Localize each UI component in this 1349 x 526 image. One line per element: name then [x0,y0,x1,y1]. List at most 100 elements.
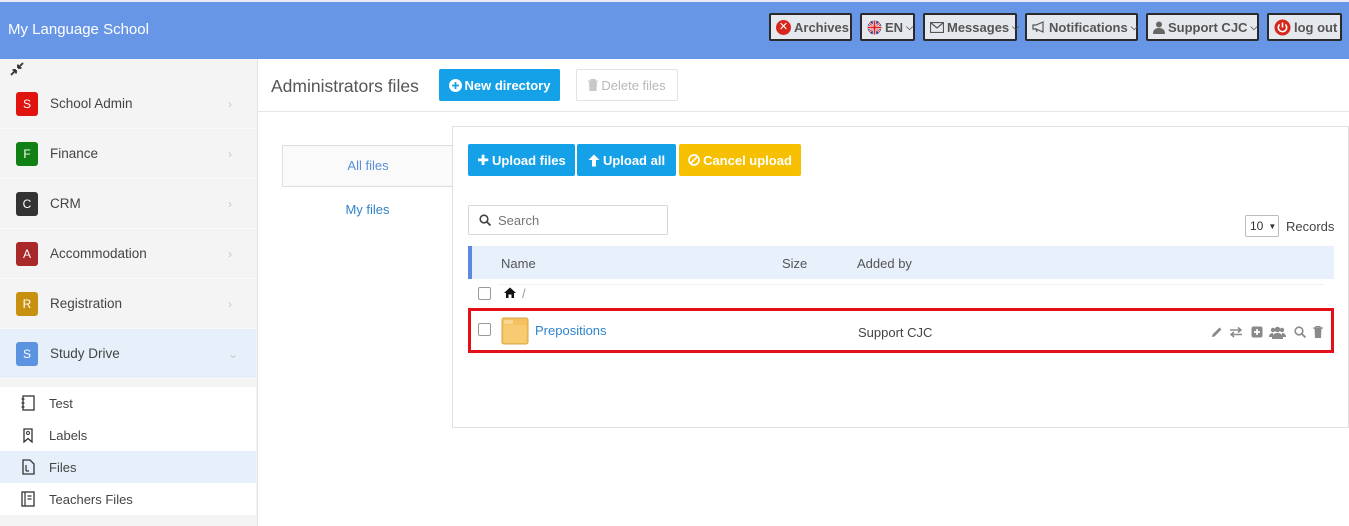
root-path: / [522,286,526,301]
sidebar-module-finance[interactable]: F Finance › [0,129,256,179]
module-label: Finance [50,146,99,161]
module-label: Study Drive [50,346,120,361]
chevron-down-icon: ⌵ [1130,21,1138,32]
column-name[interactable]: Name [501,256,536,271]
table-row[interactable]: Prepositions Support CJC [468,308,1334,353]
file-icon [20,459,36,475]
notifications-dropdown[interactable]: Notifications ⌵ [1025,13,1138,41]
sidebar-item-test[interactable]: Test [0,387,256,419]
row-checkbox[interactable] [478,323,491,336]
sidebar-module-registration[interactable]: R Registration › [0,279,256,329]
chevron-right-icon: › [228,296,232,311]
breadcrumb: / [498,284,1324,304]
module-badge: A [16,241,38,266]
plus-icon: ✚ [477,151,490,168]
module-label: CRM [50,196,81,211]
tab-all-files[interactable]: All files [282,145,453,187]
power-icon [1274,19,1291,36]
module-badge: R [16,291,38,316]
module-badge: F [16,141,38,166]
sidebar-module-study-drive[interactable]: S Study Drive ⌄ [0,329,256,379]
module-badge: S [16,91,38,116]
new-directory-label: New directory [464,77,551,93]
records-label: Records [1286,219,1335,234]
home-icon[interactable] [504,287,516,298]
chevron-right-icon: › [228,246,232,261]
users-icon[interactable] [1269,325,1286,339]
page-title: Administrators files [271,76,419,96]
archives-label: Archives [794,19,849,35]
sidebar-item-labels[interactable]: Labels [0,419,256,451]
chevron-down-icon: ⌵ [1012,21,1019,32]
uk-flag-icon [867,20,882,35]
notebook-icon [20,395,36,411]
delete-files-button[interactable]: Delete files [576,69,678,101]
sidebar-item-files[interactable]: Files [0,451,256,483]
search-input[interactable] [498,212,658,228]
chevron-down-icon: ⌄ [228,346,239,361]
user-icon [1153,21,1165,34]
upload-files-button[interactable]: ✚ Upload files [468,144,575,176]
folder-icon [501,317,529,345]
app-title[interactable]: My Language School [8,21,149,38]
user-dropdown[interactable]: Support CJC ⌵ [1146,13,1259,41]
select-all-checkbox[interactable] [478,287,491,300]
chevron-right-icon: › [228,146,232,161]
collapse-sidebar-icon[interactable] [10,62,24,79]
header-divider [258,111,1349,112]
column-size[interactable]: Size [782,256,807,271]
add-icon[interactable] [1250,325,1264,339]
top-bar: My Language School ✕ Archives EN ⌵ Messa… [0,0,1349,59]
ban-icon [688,154,700,166]
sidebar-module-crm[interactable]: C CRM › [0,179,256,229]
search-field[interactable] [468,205,668,235]
cancel-upload-label: Cancel upload [703,152,792,168]
megaphone-icon [1032,21,1046,33]
chevron-right-icon: › [228,96,232,111]
arrow-up-icon [588,154,600,167]
logout-label: log out [1294,19,1338,35]
delete-files-label: Delete files [601,77,666,93]
upload-all-button[interactable]: Upload all [577,144,676,176]
sidebar-item-label: Teachers Files [49,491,133,507]
notifications-label: Notifications [1049,19,1128,35]
module-label: Accommodation [50,246,147,261]
book-icon [20,491,36,507]
table-header: Name Size Added by [468,246,1334,279]
plus-circle-icon [448,78,462,92]
sidebar: S School Admin › F Finance › C CRM › A A… [0,59,258,526]
upload-all-label: Upload all [602,152,666,168]
module-label: School Admin [50,96,133,111]
chevron-right-icon: › [228,196,232,211]
language-dropdown[interactable]: EN ⌵ [860,13,915,41]
sidebar-item-label: Labels [49,427,88,443]
new-directory-button[interactable]: New directory [439,69,560,101]
sidebar-module-accommodation[interactable]: A Accommodation › [0,229,256,279]
sidebar-item-teachers-files[interactable]: Teachers Files [0,483,256,515]
records-value: 10 [1250,219,1264,233]
module-badge: S [16,341,38,366]
chevron-down-icon: ⌵ [906,21,913,32]
move-icon[interactable] [1229,325,1243,339]
module-label: Registration [50,296,123,311]
column-added-by[interactable]: Added by [857,256,912,271]
envelope-icon [930,21,944,33]
cancel-upload-button[interactable]: Cancel upload [679,144,801,176]
records-per-page-select[interactable]: 10 ▼ [1245,215,1279,237]
chevron-down-icon: ⌵ [1250,21,1258,32]
logout-button[interactable]: log out [1267,13,1342,41]
upload-files-label: Upload files [492,152,566,168]
sidebar-module-school-admin[interactable]: S School Admin › [0,79,256,129]
archives-button[interactable]: ✕ Archives [769,13,852,41]
search-icon[interactable] [1293,325,1307,339]
caret-down-icon: ▼ [1268,221,1277,231]
added-by-value: Support CJC [858,325,933,340]
file-browser-panel: ✚ Upload files Upload all Cancel upload … [452,126,1349,428]
folder-name-link[interactable]: Prepositions [535,323,607,338]
trash-icon[interactable] [1311,325,1325,339]
bookmark-icon [20,427,36,443]
tab-my-files[interactable]: My files [282,197,453,223]
messages-dropdown[interactable]: Messages ⌵ [923,13,1019,41]
pencil-icon[interactable] [1210,325,1224,339]
trash-icon [588,79,599,91]
